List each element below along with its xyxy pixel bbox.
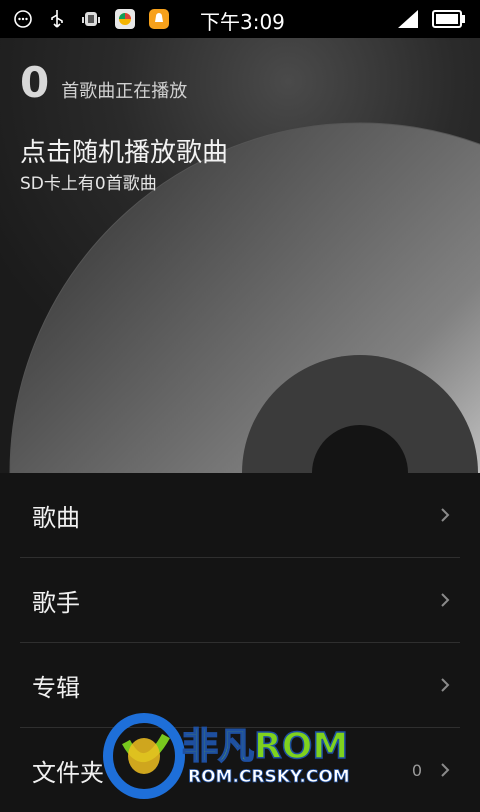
menu-item-songs[interactable]: 歌曲: [20, 473, 460, 558]
sd-card-info: SD卡上有0首歌曲: [20, 174, 157, 194]
status-bar: 下午3:09: [0, 0, 480, 38]
signal-icon: [396, 8, 420, 34]
watermark-logo: 非凡ROM ROM.CRSKY.COM: [103, 713, 350, 799]
app-icon: [114, 8, 136, 30]
chevron-right-icon: [441, 593, 450, 607]
hero-panel[interactable]: 0 首歌曲正在播放 点击随机播放歌曲 SD卡上有0首歌曲: [0, 38, 480, 473]
menu-item-artists[interactable]: 歌手: [20, 558, 460, 643]
shuffle-play-button[interactable]: 点击随机播放歌曲: [20, 132, 228, 169]
watermark-url: ROM.CRSKY.COM: [188, 767, 350, 787]
now-playing-count: 0: [20, 58, 50, 107]
notification-icon: [148, 8, 170, 30]
chevron-right-icon: [441, 763, 450, 777]
android-debug-icon: [80, 8, 102, 30]
now-playing-count-row: 0 首歌曲正在播放: [20, 58, 187, 107]
now-playing-label: 首歌曲正在播放: [61, 81, 188, 102]
chevron-right-icon: [441, 678, 450, 692]
watermark-brand: 非凡ROM: [182, 726, 348, 767]
battery-icon: [432, 10, 466, 32]
status-time: 下午3:09: [200, 10, 285, 34]
usb-icon: [46, 8, 68, 30]
message-icon: [12, 8, 34, 30]
menu-item-label: 文件夹: [32, 758, 104, 787]
menu-item-label: 歌手: [32, 588, 80, 617]
menu-item-label: 专辑: [32, 673, 80, 702]
menu-item-count: 0: [411, 760, 422, 780]
chevron-right-icon: [441, 508, 450, 522]
menu-item-label: 歌曲: [32, 503, 80, 532]
